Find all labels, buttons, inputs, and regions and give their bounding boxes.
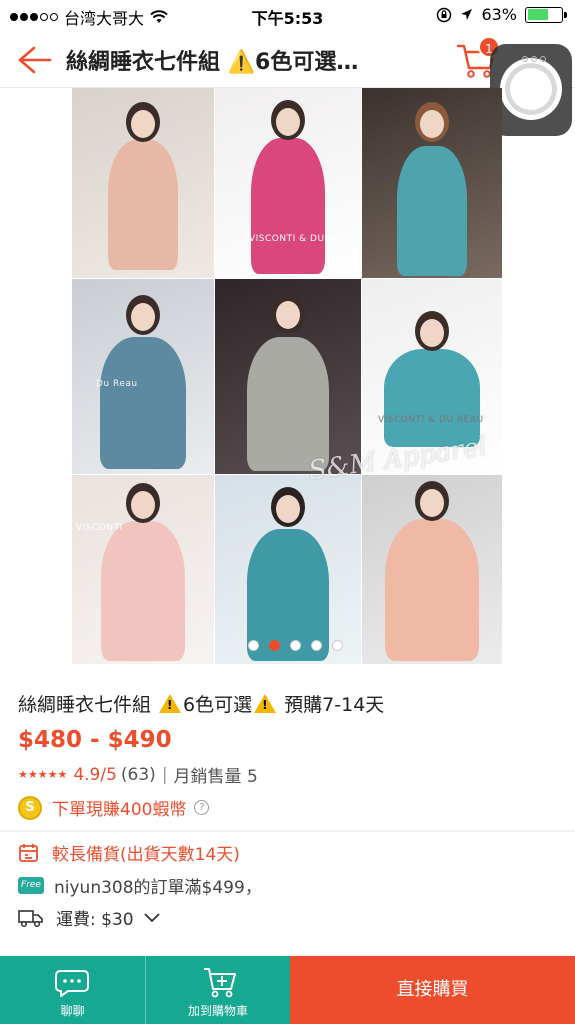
section-divider [0,830,575,832]
product-photo-8 [215,475,361,664]
product-photo-9 [362,475,502,664]
shipping-fee-row[interactable]: 運費: $30 [18,905,172,930]
assistive-touch-dots [522,56,546,62]
free-shipping-text: niyun308的訂單滿$499， [54,878,262,898]
product-title: 絲綢睡衣七件組 6色可選 預購7-14天 [18,690,384,717]
rating-value: 4.9/5 [73,764,117,785]
status-right: 63% [436,5,567,24]
buy-now-button[interactable]: 直接購買 [290,956,575,1024]
orientation-lock-icon [437,7,452,22]
photo-brand-text: VISCONTI & DU REAU [378,415,484,425]
product-title-text-3: 預購7-14天 [278,694,385,716]
shipping-fee-text: 運費: $30 [56,910,134,930]
carousel-indicator[interactable] [248,640,343,651]
coin-reward-row[interactable]: S 下單現賺400蝦幣 ? [18,795,210,820]
chat-button[interactable]: 聊聊 [0,956,145,1024]
add-to-cart-label: 加到購物車 [187,1004,248,1018]
page-title: 絲綢睡衣七件組 ⚠️6色可選… [66,50,359,75]
star-rating-icon: ★★★★★ [18,768,68,781]
status-bar: 台湾大哥大 下午5:53 63% [0,0,575,30]
carousel-dot[interactable] [269,640,280,651]
product-photo-5 [215,279,361,474]
product-price: $480 - $490 [18,727,172,753]
truck-icon [18,909,43,927]
chat-bubble-icon [55,970,89,997]
separator: | [161,764,168,785]
product-image-carousel[interactable]: VISCONTI & DU REAU Du Reau VISCONTI & DU… [72,88,502,664]
calendar-icon [19,843,38,862]
warning-icon [159,694,182,713]
warning-icon [254,694,277,713]
assistive-touch-button[interactable] [490,44,572,136]
rating-row[interactable]: ★★★★★ 4.9/5 (63) | 月銷售量 5 [18,762,258,788]
coin-reward-text: 下單現賺400蝦幣 [52,800,187,820]
coin-icon: S [18,795,42,820]
carousel-dot[interactable] [248,640,259,651]
product-title-text-2: 6色可選 [183,694,253,716]
carousel-dot[interactable] [311,640,322,651]
photo-brand-text: VISCONTI & DU REAU [249,234,355,244]
product-photo-3 [362,88,502,278]
monthly-sales: 月銷售量 5 [173,767,258,787]
back-arrow-icon[interactable] [14,42,54,78]
battery-percent: 63% [481,5,517,24]
product-photo-2: VISCONTI & DU REAU [215,88,361,278]
chevron-down-icon [143,912,160,922]
product-photo-1 [72,88,214,278]
chat-label: 聊聊 [60,1004,85,1018]
preorder-text: 較長備貨(出貨天數14天) [52,845,240,865]
preorder-row: 較長備貨(出貨天數14天) [18,840,240,865]
photo-brand-text: VISCONTI [76,523,123,533]
add-to-cart-icon [204,968,236,998]
help-icon[interactable]: ? [194,800,210,815]
free-shipping-icon: Free [18,877,44,894]
assistive-touch-ring [500,58,562,120]
header: 絲綢睡衣七件組 ⚠️6色可選… 1 [0,30,575,88]
carousel-dot[interactable] [332,640,343,651]
carousel-dot[interactable] [290,640,301,651]
product-photo-4: Du Reau [72,279,214,474]
bottom-action-bar: 聊聊 加到購物車 直接購買 [0,956,575,1024]
add-to-cart-button[interactable]: 加到購物車 [145,956,290,1024]
battery-icon [525,6,567,23]
rating-count: (63) [120,764,156,785]
location-arrow-icon [461,9,473,20]
product-photo-7: VISCONTI [72,475,214,664]
free-shipping-row[interactable]: Free niyun308的訂單滿$499， [18,873,262,898]
photo-brand-text: Du Reau [96,379,138,389]
product-title-text-1: 絲綢睡衣七件組 [18,694,158,716]
